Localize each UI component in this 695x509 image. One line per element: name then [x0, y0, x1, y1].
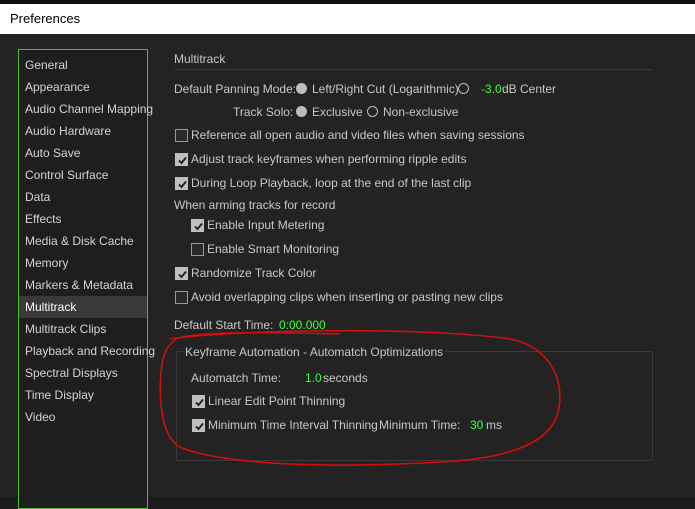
section-divider [174, 69, 652, 70]
track-solo-non-exclusive-label[interactable]: Non-exclusive [383, 105, 458, 119]
panning-db-unit: dB Center [502, 82, 557, 96]
checkmark-icon [178, 270, 187, 279]
default-start-time-label: Default Start Time: [174, 318, 274, 332]
panning-logarithmic-radio[interactable] [296, 83, 307, 94]
panning-mode-label: Default Panning Mode: [174, 82, 297, 96]
linear-thinning-label[interactable]: Linear Edit Point Thinning [208, 394, 345, 408]
title-bar: Preferences [0, 4, 695, 34]
linear-thinning-checkbox[interactable] [192, 395, 205, 408]
checkmark-icon [194, 222, 203, 231]
window-title: Preferences [10, 11, 81, 26]
default-start-time-value[interactable]: 0:00.000 [279, 318, 326, 332]
panning-db-center-radio[interactable] [458, 83, 469, 94]
loop-playback-label[interactable]: During Loop Playback, loop at the end of… [191, 176, 471, 190]
input-metering-label[interactable]: Enable Input Metering [207, 218, 324, 232]
min-time-unit: ms [486, 418, 502, 432]
reference-open-label[interactable]: Reference all open audio and video files… [191, 128, 525, 142]
checkmark-icon [178, 156, 187, 165]
preferences-window: General Appearance Audio Channel Mapping… [0, 34, 695, 509]
arming-tracks-label: When arming tracks for record [174, 198, 336, 212]
automatch-time-unit: seconds [323, 371, 368, 385]
track-solo-label: Track Solo: [233, 105, 294, 119]
track-solo-exclusive-label[interactable]: Exclusive [312, 105, 363, 119]
min-interval-checkbox[interactable] [192, 419, 205, 432]
automatch-time-value[interactable]: 1.0 [305, 371, 322, 385]
min-time-label: Minimum Time: [379, 418, 461, 432]
reference-open-checkbox[interactable] [175, 129, 188, 142]
loop-playback-checkbox[interactable] [175, 177, 188, 190]
randomize-color-label[interactable]: Randomize Track Color [191, 266, 316, 280]
panning-db-value[interactable]: -3.0 [481, 82, 502, 96]
randomize-color-checkbox[interactable] [175, 267, 188, 280]
smart-monitoring-checkbox[interactable] [191, 243, 204, 256]
checkmark-icon [178, 180, 187, 189]
automatch-time-label: Automatch Time: [191, 371, 282, 385]
track-solo-non-exclusive-radio[interactable] [367, 106, 378, 117]
min-interval-label[interactable]: Minimum Time Interval Thinning [208, 418, 378, 432]
multitrack-panel: Multitrack Default Panning Mode: Left/Ri… [0, 34, 695, 497]
checkmark-icon [195, 398, 204, 407]
adjust-keyframes-checkbox[interactable] [175, 153, 188, 166]
input-metering-checkbox[interactable] [191, 219, 204, 232]
track-solo-exclusive-radio[interactable] [296, 106, 307, 117]
keyframe-group-title: Keyframe Automation - Automatch Optimiza… [183, 345, 446, 359]
adjust-keyframes-label[interactable]: Adjust track keyframes when performing r… [191, 152, 466, 166]
panning-logarithmic-label[interactable]: Left/Right Cut (Logarithmic) [312, 82, 459, 96]
section-title: Multitrack [174, 52, 226, 66]
smart-monitoring-label[interactable]: Enable Smart Monitoring [207, 242, 339, 256]
avoid-overlap-checkbox[interactable] [175, 291, 188, 304]
min-time-value[interactable]: 30 [470, 418, 483, 432]
avoid-overlap-label[interactable]: Avoid overlapping clips when inserting o… [191, 290, 503, 304]
checkmark-icon [195, 422, 204, 431]
